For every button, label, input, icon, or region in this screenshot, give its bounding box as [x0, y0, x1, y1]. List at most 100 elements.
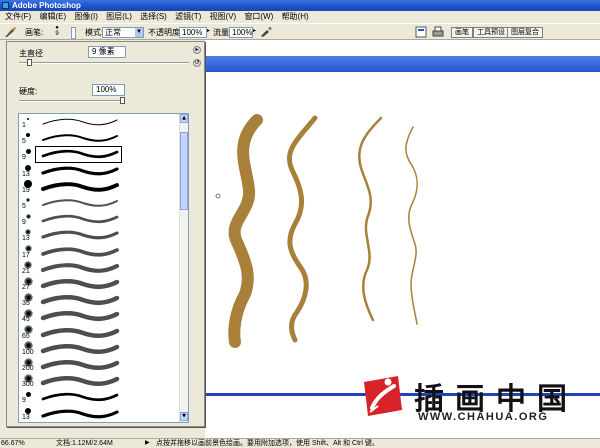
brush-size-label: 13	[22, 235, 30, 243]
brush-stroke-preview	[41, 231, 119, 240]
brush-stroke-path	[42, 199, 118, 207]
master-diameter-field[interactable]: 9 像素	[88, 46, 126, 58]
brush-preset-item[interactable]: 100	[19, 341, 179, 358]
thin-stroke	[358, 116, 383, 322]
reset-size-icon[interactable]: ↺	[193, 59, 201, 67]
flow-arrow-icon[interactable]: ▸	[253, 27, 256, 34]
brush-stroke-path	[40, 343, 120, 354]
diameter-slider-thumb[interactable]	[27, 59, 33, 66]
brush-preset-item[interactable]: 200	[19, 357, 179, 374]
menu-filter[interactable]: 滤镜(T)	[175, 11, 201, 23]
opacity-field[interactable]: 100%	[179, 27, 207, 38]
brush-stroke-path	[41, 215, 119, 224]
brush-stroke-preview	[40, 311, 120, 322]
mode-select-value: 正常	[105, 28, 121, 37]
print-icon[interactable]	[432, 26, 444, 38]
scroll-up-icon[interactable]: ▲	[180, 114, 188, 123]
brush-preset-item[interactable]: 13	[19, 163, 179, 180]
watermark: 插画中国 WWW.CHAHUA.ORG	[358, 368, 598, 430]
brush-stroke-path	[41, 409, 119, 418]
brush-stroke-path	[42, 134, 118, 142]
brush-stroke-preview	[40, 343, 120, 354]
brush-size-label: 1	[22, 122, 26, 129]
document-size[interactable]: 文档:1.12M/2.64M	[56, 439, 113, 448]
brush-preset-item[interactable]: 9	[19, 211, 179, 228]
brush-picker-arrow[interactable]	[71, 27, 76, 39]
brush-preset-item[interactable]: 5	[19, 195, 179, 212]
brush-preset-item[interactable]: 13	[19, 227, 179, 244]
brush-stroke-preview	[40, 279, 120, 289]
menu-window[interactable]: 窗口(W)	[244, 11, 273, 23]
brush-preset-item[interactable]: 17	[19, 244, 179, 261]
menu-layer[interactable]: 图层(L)	[106, 11, 132, 23]
brush-stroke-preview	[41, 166, 119, 175]
brush-size-label: 65	[22, 332, 30, 340]
brush-size-label: 45	[22, 316, 30, 324]
tab-tool-presets[interactable]: 工具预设	[473, 27, 509, 38]
scroll-down-icon[interactable]: ▼	[180, 412, 188, 421]
brush-preset-item[interactable]: 13	[19, 406, 179, 422]
file-browser-icon[interactable]	[415, 26, 427, 38]
brush-size-label: 9	[22, 397, 26, 405]
brush-stroke-path	[41, 393, 119, 402]
brush-size-label: 100	[22, 348, 34, 356]
brush-preset-item[interactable]: 45	[19, 308, 179, 325]
zoom-level[interactable]: 66.67%	[1, 439, 25, 448]
brush-preset-item[interactable]: 35	[19, 292, 179, 309]
hardness-slider-track[interactable]	[19, 100, 125, 102]
chevron-down-icon: ▼	[135, 28, 143, 37]
status-hint: 点按并拖移以画前景色绘画。要用附加选项，使用 Shift、Alt 和 Ctrl …	[156, 440, 379, 447]
hardness-slider-thumb[interactable]	[120, 97, 125, 104]
brush-stroke-preview	[41, 182, 119, 192]
hardness-field[interactable]: 100%	[92, 84, 125, 96]
panel-menu-icon[interactable]: ▸	[193, 46, 201, 54]
menu-file[interactable]: 文件(F)	[5, 11, 31, 23]
brush-preset-item[interactable]: 65	[19, 325, 179, 342]
tab-brushes[interactable]: 画笔	[451, 27, 473, 38]
flow-field[interactable]: 100%	[229, 27, 253, 38]
brush-stroke-path	[41, 231, 119, 240]
brush-size-label: 21	[22, 267, 30, 275]
menu-select[interactable]: 选择(S)	[140, 11, 167, 23]
brush-stroke-preview	[40, 295, 120, 306]
scroll-thumb[interactable]	[180, 132, 188, 210]
brush-stroke-preview	[40, 327, 120, 338]
opacity-value: 100%	[182, 28, 203, 37]
brush-stroke-preview	[40, 376, 120, 387]
brush-stroke-path	[40, 311, 120, 322]
brush-preset-item[interactable]: 1	[19, 114, 179, 131]
brush-size-label: 9	[22, 154, 26, 162]
brush-preset-item[interactable]: 300	[19, 373, 179, 390]
brush-tip-icon	[26, 133, 30, 138]
thick-stroke	[228, 114, 263, 348]
opacity-arrow-icon[interactable]: ▸	[207, 27, 210, 34]
mode-select[interactable]: 正常 ▼	[102, 27, 144, 38]
brush-stroke-preview	[41, 409, 119, 418]
brush-preset-item[interactable]: 9	[19, 146, 179, 164]
brush-size-label: 5	[22, 203, 26, 210]
app-title: Adobe Photoshop	[12, 1, 81, 10]
status-arrow-icon[interactable]: ▶	[145, 439, 150, 448]
brush-preset-item[interactable]: 9	[19, 389, 179, 406]
brush-list-scrollbar[interactable]: ▲ ▼	[179, 114, 188, 422]
tab-layer-comps[interactable]: 图层复合	[507, 27, 543, 38]
brush-preset-item[interactable]: 21	[19, 260, 179, 277]
photoshop-app-icon	[2, 2, 9, 9]
medium-stroke	[286, 115, 318, 343]
brush-tool-icon[interactable]	[3, 26, 17, 38]
menu-edit[interactable]: 编辑(E)	[39, 11, 66, 23]
brush-stroke-preview	[41, 215, 119, 224]
brush-stroke-path	[40, 376, 120, 387]
brush-preset-item[interactable]: 27	[19, 276, 179, 293]
airbrush-icon[interactable]	[260, 26, 272, 38]
brush-tip-icon	[26, 198, 30, 202]
diameter-slider-track[interactable]	[19, 62, 189, 64]
brush-preset-item[interactable]: 5	[19, 130, 179, 147]
menu-help[interactable]: 帮助(H)	[282, 11, 309, 23]
menu-image[interactable]: 图像(I)	[74, 11, 98, 23]
document-titlebar[interactable]	[205, 56, 600, 72]
brush-preset-picker[interactable]: ● 9	[50, 25, 64, 39]
brush-preset-item[interactable]: 19	[19, 179, 179, 196]
menu-view[interactable]: 视图(V)	[210, 11, 237, 23]
app-titlebar: Adobe Photoshop	[0, 0, 600, 11]
